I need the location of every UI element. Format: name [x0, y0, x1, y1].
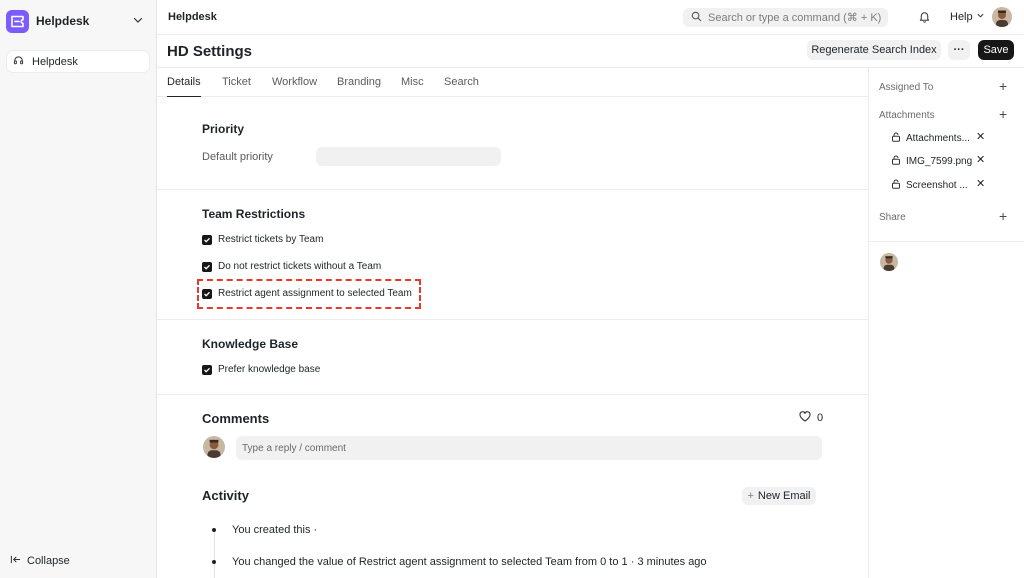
knowledge-base-section-title: Knowledge Base: [202, 337, 299, 351]
help-label: Help: [950, 11, 973, 23]
collapse-label: Collapse: [27, 555, 70, 567]
activity-to-word: to: [606, 556, 622, 568]
tab-details[interactable]: Details: [167, 76, 201, 97]
tab-search[interactable]: Search: [444, 76, 479, 88]
like-button[interactable]: 0: [799, 411, 823, 425]
activity-title: Activity: [202, 488, 249, 503]
search-input[interactable]: Search or type a command (⌘ + K): [683, 8, 888, 27]
settings-content: Priority Default priority Team Restricti…: [157, 97, 868, 578]
right-panel: Assigned To + Attachments + Attachments.…: [868, 68, 1024, 578]
prefer-knowledge-base-checkbox[interactable]: Prefer knowledge base: [202, 364, 320, 375]
search-placeholder: Search or type a command (⌘ + K): [708, 12, 882, 24]
activity-prefix: You changed the value of: [232, 556, 359, 568]
timeline-dot: [212, 560, 216, 564]
helpdesk-logo-icon: [6, 9, 29, 33]
restrict-tickets-by-team-checkbox[interactable]: Restrict tickets by Team: [202, 234, 323, 245]
headset-icon: [13, 54, 24, 69]
lock-icon: [891, 132, 901, 145]
section-divider: [157, 189, 868, 190]
section-divider: [157, 394, 868, 395]
settings-tabs: Details Ticket Workflow Branding Misc Se…: [157, 68, 868, 97]
help-menu[interactable]: Help: [950, 11, 985, 23]
check-icon: [202, 234, 212, 245]
page-title: HD Settings: [167, 43, 253, 60]
activity-entry: You created this ·: [232, 524, 318, 536]
breadcrumb[interactable]: Helpdesk: [168, 11, 217, 23]
share-label: Share: [879, 212, 906, 223]
do-not-restrict-without-team-checkbox[interactable]: Do not restrict tickets without a Team: [202, 261, 381, 272]
page-header: HD Settings Regenerate Search Index ··· …: [157, 35, 1024, 68]
timeline-dot: [212, 528, 216, 532]
sidebar-item-label: Helpdesk: [32, 55, 78, 68]
tab-workflow[interactable]: Workflow: [272, 76, 317, 88]
activity-field: Restrict agent assignment to selected Te…: [358, 556, 572, 568]
lock-icon: [891, 179, 901, 192]
app-name: Helpdesk: [36, 14, 90, 28]
regenerate-search-index-button[interactable]: Regenerate Search Index: [807, 40, 941, 60]
collapse-icon: [10, 554, 21, 568]
checkbox-label: Do not restrict tickets without a Team: [218, 261, 382, 272]
collapse-button[interactable]: Collapse: [10, 554, 70, 568]
section-divider: [157, 319, 868, 320]
tab-branding[interactable]: Branding: [337, 76, 381, 88]
remove-attachment-close-icon[interactable]: ✕: [976, 132, 985, 143]
attachment-name: Attachments...: [906, 133, 970, 144]
viewer-avatar: [880, 253, 898, 271]
lock-icon: [891, 155, 901, 168]
chevron-down-icon: [132, 14, 144, 29]
save-button[interactable]: Save: [978, 40, 1014, 60]
chevron-down-icon: [976, 11, 985, 23]
app-switcher[interactable]: Helpdesk: [6, 8, 152, 34]
plus-icon: +: [747, 490, 754, 502]
tab-ticket[interactable]: Ticket: [222, 76, 251, 88]
check-icon: [202, 364, 212, 375]
new-email-button[interactable]: + New Email: [742, 487, 816, 505]
tab-misc[interactable]: Misc: [401, 76, 424, 88]
activity-entry: You changed the value of Restrict agent …: [232, 556, 707, 568]
user-avatar: [203, 436, 225, 458]
add-attachment-plus-icon[interactable]: +: [999, 107, 1007, 121]
highlight-box: [197, 279, 421, 309]
check-icon: [202, 261, 212, 272]
default-priority-label: Default priority: [202, 151, 273, 163]
user-avatar[interactable]: [992, 7, 1012, 27]
checkbox-label: Restrict tickets by Team: [218, 234, 324, 245]
bell-icon[interactable]: [918, 10, 931, 26]
attachment-name: Screenshot ...: [906, 180, 968, 191]
comment-input[interactable]: Type a reply / comment: [236, 436, 822, 460]
topbar: Helpdesk Search or type a command (⌘ + K…: [157, 0, 1024, 35]
attachment-name: IMG_7599.png: [906, 156, 973, 167]
sidebar: Helpdesk Helpdesk Collapse: [0, 0, 157, 578]
like-count: 0: [817, 412, 824, 424]
comments-title: Comments: [202, 411, 270, 426]
activity-suffix: · 3 minutes ago: [627, 556, 707, 568]
default-priority-select[interactable]: [316, 147, 501, 166]
team-restrictions-section-title: Team Restrictions: [202, 207, 306, 221]
checkbox-label: Prefer knowledge base: [218, 364, 321, 375]
add-assignee-plus-icon[interactable]: +: [999, 79, 1007, 93]
panel-divider: [869, 241, 1024, 242]
more-options-button[interactable]: ···: [948, 40, 970, 60]
attachments-label: Attachments: [879, 110, 935, 121]
heart-icon: [799, 411, 811, 425]
assigned-to-label: Assigned To: [879, 82, 934, 93]
timeline-line: [214, 530, 215, 578]
remove-attachment-close-icon[interactable]: ✕: [976, 179, 985, 190]
search-icon: [691, 11, 702, 25]
sidebar-item-helpdesk[interactable]: Helpdesk: [7, 51, 149, 72]
priority-section-title: Priority: [202, 122, 245, 136]
remove-attachment-close-icon[interactable]: ✕: [976, 155, 985, 166]
comment-placeholder: Type a reply / comment: [242, 442, 346, 454]
new-email-label: New Email: [757, 490, 811, 502]
activity-from-word: from: [572, 556, 601, 568]
add-share-plus-icon[interactable]: +: [999, 209, 1007, 223]
